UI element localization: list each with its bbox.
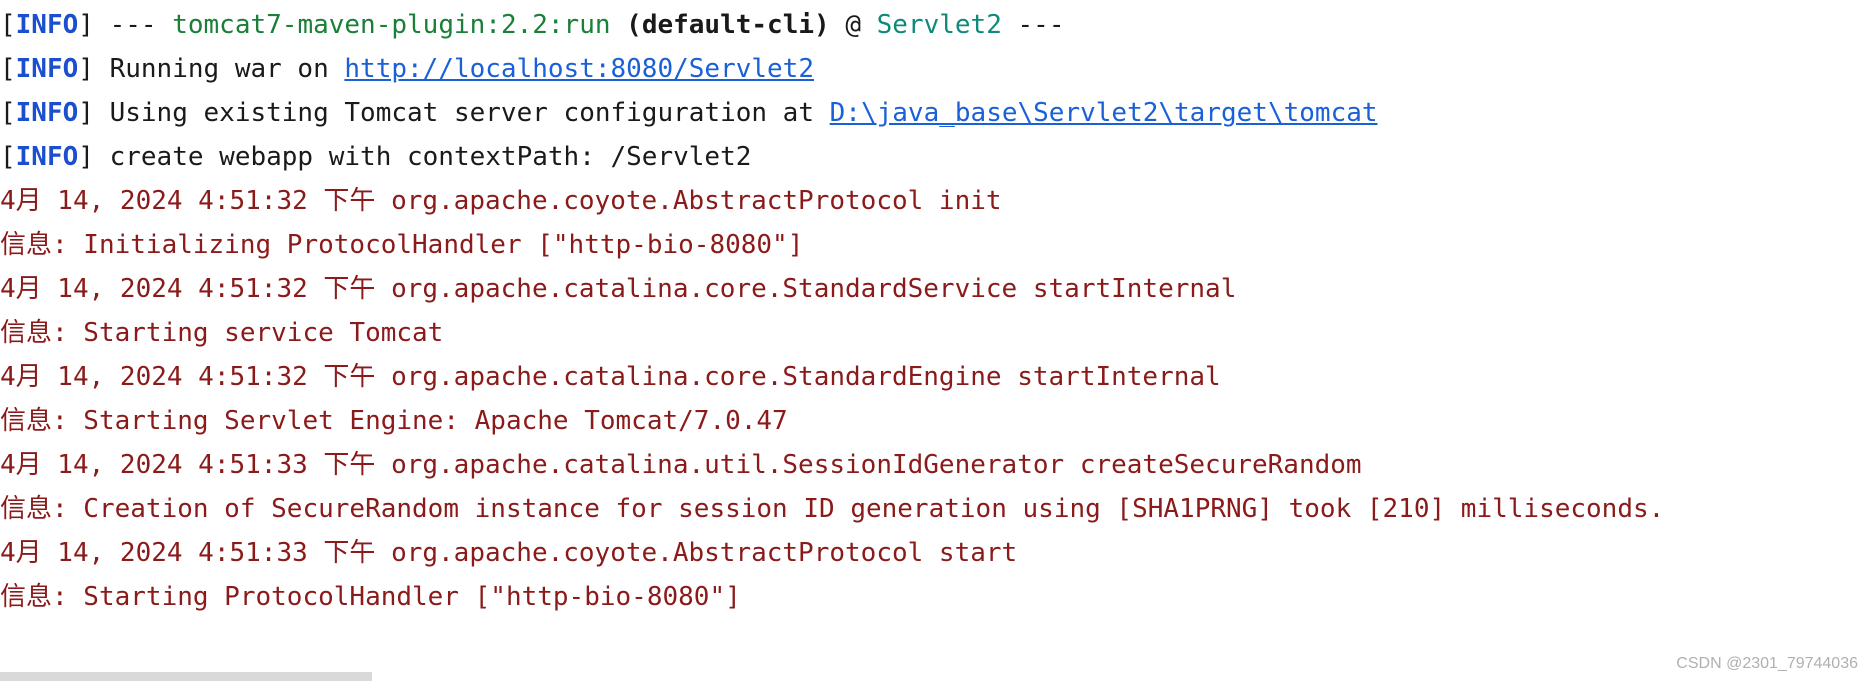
line-text: Using existing Tomcat server configurati… xyxy=(93,98,830,128)
log-line: 4月 14, 2024 4:51:32 下午 org.apache.coyote… xyxy=(0,186,1002,216)
log-line: 信息: Starting Servlet Engine: Apache Tomc… xyxy=(0,406,788,436)
info-bracket-close: ] xyxy=(78,54,94,84)
at-sign: @ xyxy=(829,10,877,40)
info-tag: INFO xyxy=(15,10,79,40)
plugin-goal: (default-cli) xyxy=(610,10,830,40)
watermark: CSDN @2301_79744036 xyxy=(1676,655,1858,672)
log-line: 信息: Starting service Tomcat xyxy=(0,318,444,348)
line-prefix: --- xyxy=(93,10,173,40)
maven-info-line-create-webapp: [INFO] create webapp with contextPath: /… xyxy=(0,135,751,179)
maven-info-line-running-war: [INFO] Running war on http://localhost:8… xyxy=(0,47,814,91)
artifact-name: Servlet2 xyxy=(876,10,1002,40)
info-bracket-close: ] xyxy=(78,98,94,128)
localhost-url-link[interactable]: http://localhost:8080/Servlet2 xyxy=(344,54,814,84)
tomcat-path-link[interactable]: D:\java_base\Servlet2\target\tomcat xyxy=(830,98,1378,128)
info-bracket-close: ] xyxy=(78,10,94,40)
info-bracket-open: [ xyxy=(0,98,16,128)
log-line: 信息: Creation of SecureRandom instance fo… xyxy=(0,494,1665,524)
info-tag: INFO xyxy=(15,54,79,84)
log-line: 信息: Starting ProtocolHandler ["http-bio-… xyxy=(0,582,741,612)
info-bracket-open: [ xyxy=(0,10,16,40)
line-text: Running war on xyxy=(93,54,345,84)
info-tag: INFO xyxy=(15,142,79,172)
log-line: 4月 14, 2024 4:51:32 下午 org.apache.catali… xyxy=(0,274,1237,304)
log-line: 信息: Initializing ProtocolHandler ["http-… xyxy=(0,230,804,260)
console-output: [INFO] --- tomcat7-maven-plugin:2.2:run … xyxy=(0,0,1872,681)
log-line: 4月 14, 2024 4:51:33 下午 org.apache.catali… xyxy=(0,450,1362,480)
line-text: create webapp with contextPath: /Servlet… xyxy=(93,142,752,172)
plugin-name: tomcat7-maven-plugin:2.2:run xyxy=(172,10,611,40)
maven-info-line-plugin: [INFO] --- tomcat7-maven-plugin:2.2:run … xyxy=(0,3,1065,47)
maven-info-line-server-config: [INFO] Using existing Tomcat server conf… xyxy=(0,91,1378,135)
horizontal-scrollbar[interactable] xyxy=(0,672,372,681)
log-line: 4月 14, 2024 4:51:33 下午 org.apache.coyote… xyxy=(0,538,1018,568)
info-bracket-open: [ xyxy=(0,142,16,172)
line-suffix: --- xyxy=(1001,10,1065,40)
info-tag: INFO xyxy=(15,98,79,128)
log-line: 4月 14, 2024 4:51:32 下午 org.apache.catali… xyxy=(0,362,1221,392)
info-bracket-close: ] xyxy=(78,142,94,172)
info-bracket-open: [ xyxy=(0,54,16,84)
